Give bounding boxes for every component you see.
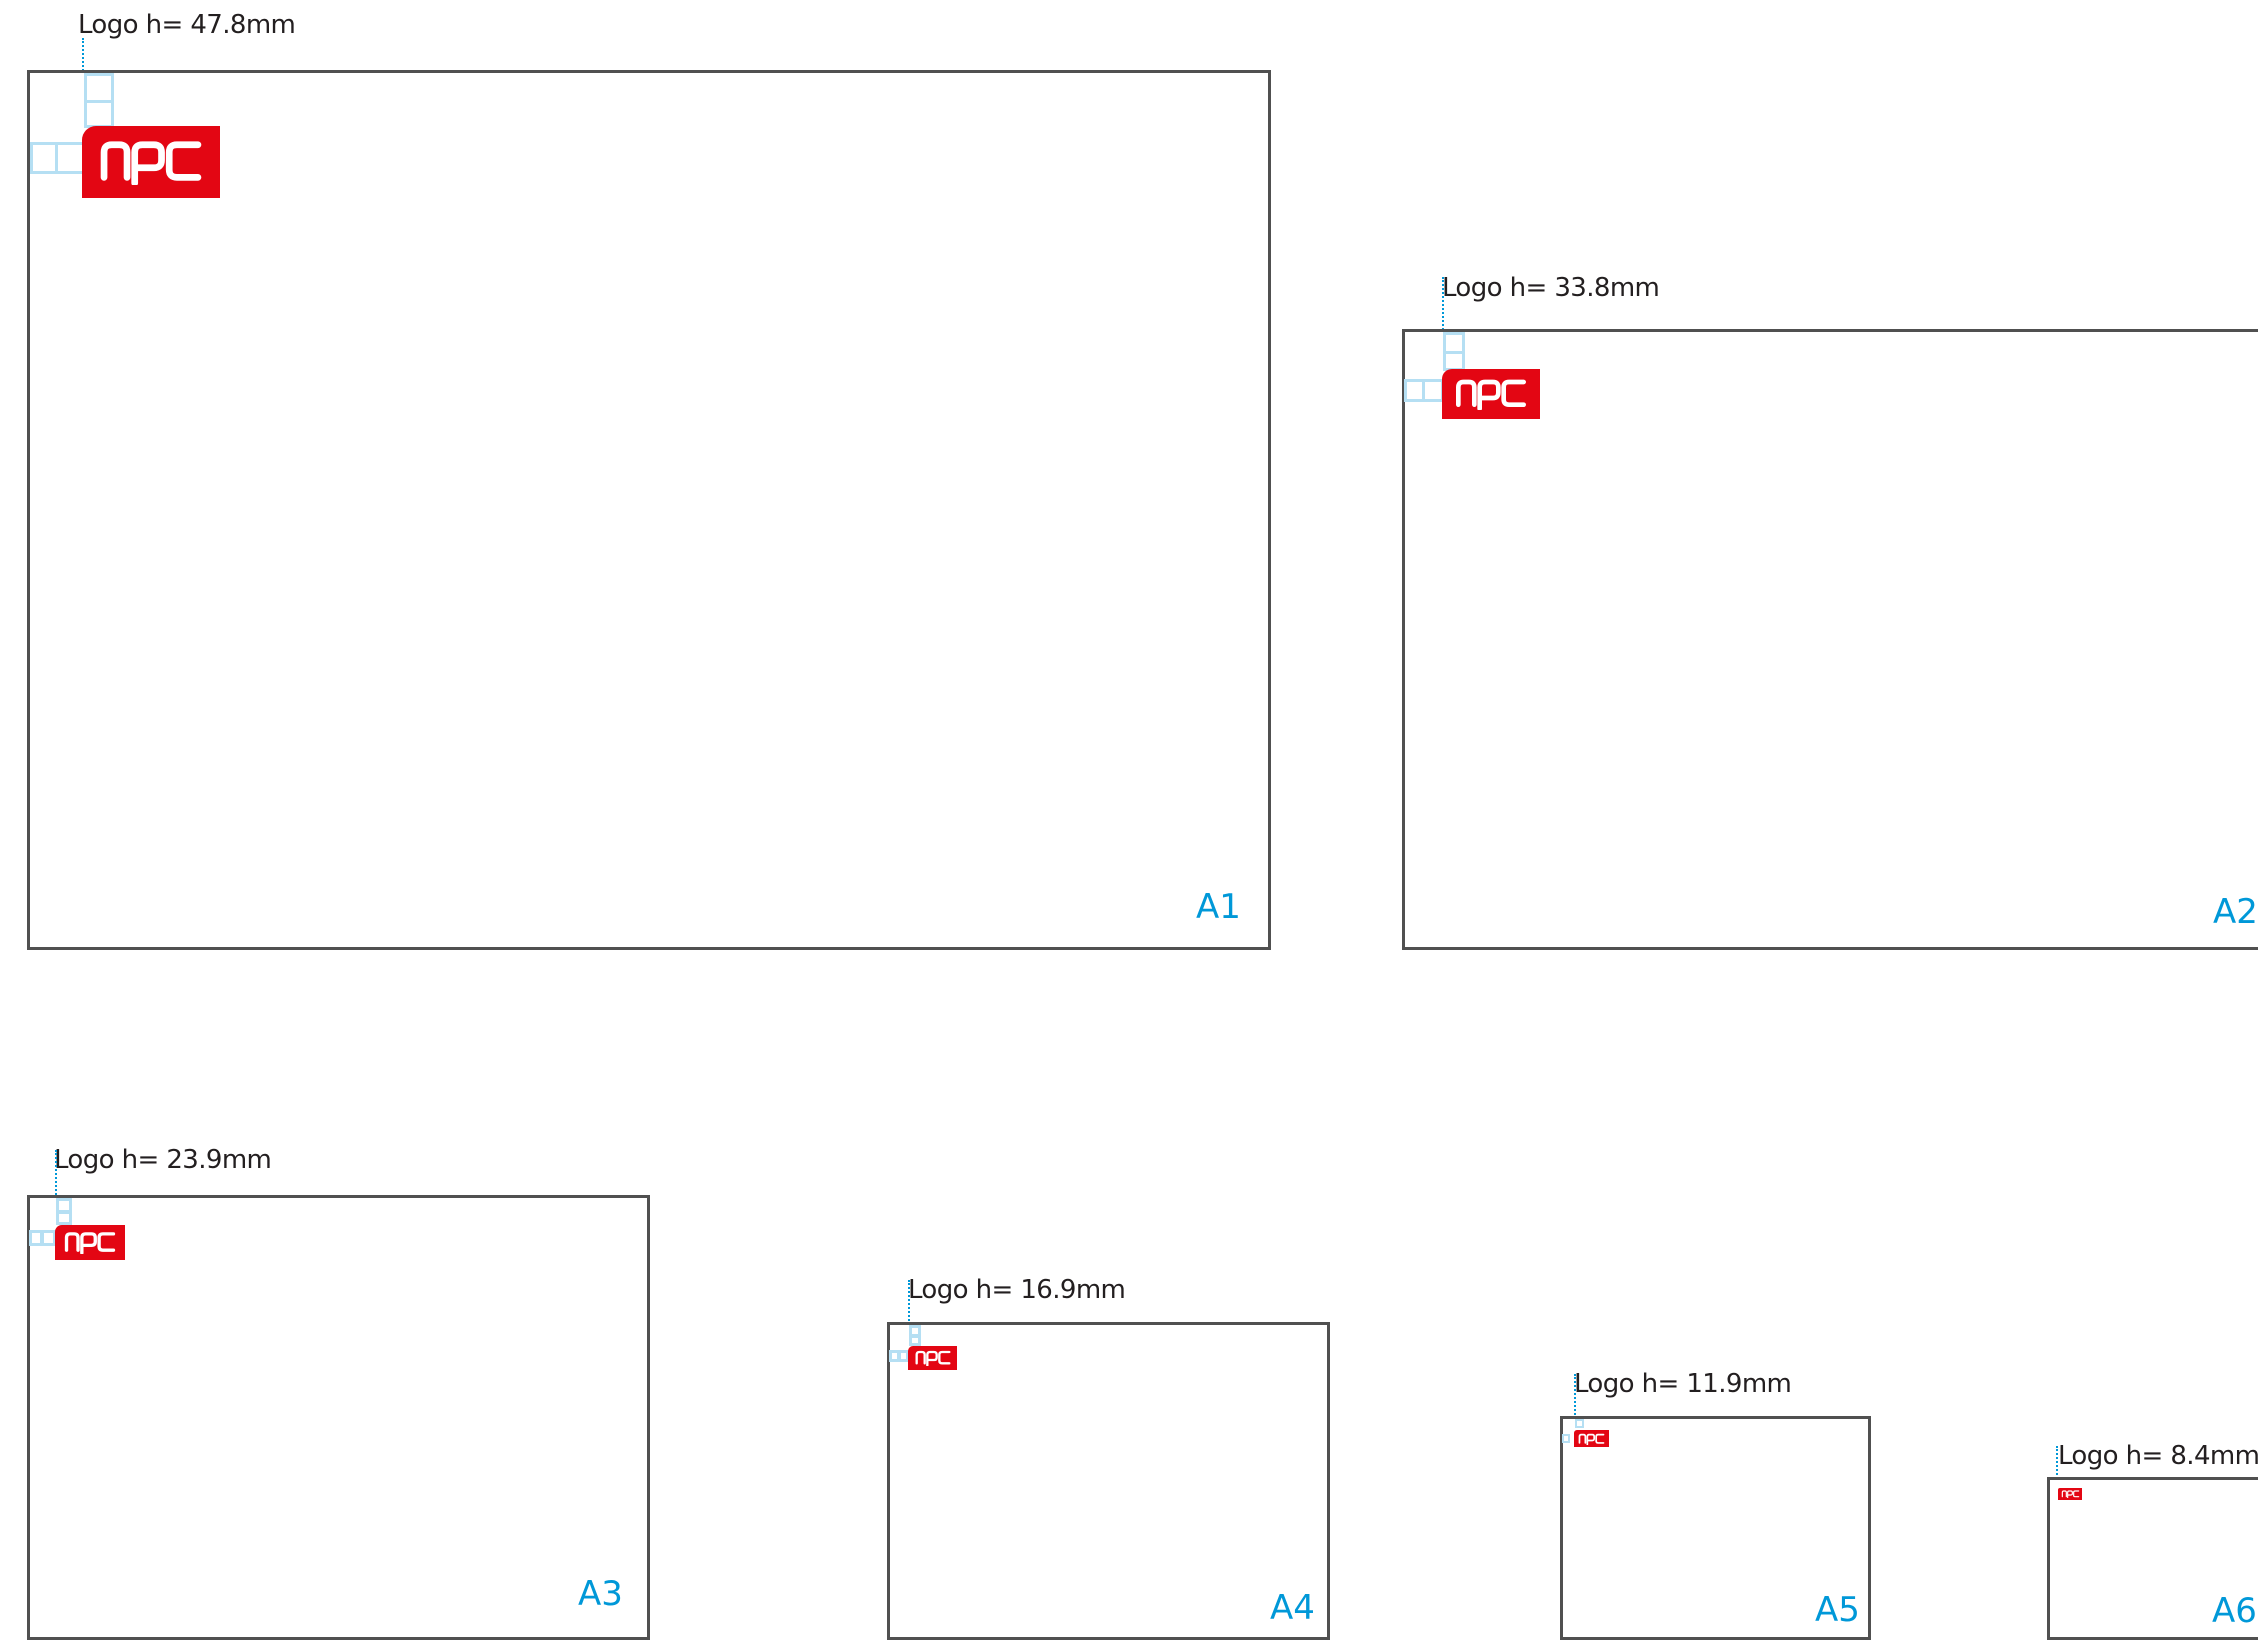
clearspace-guide	[41, 1230, 56, 1246]
page-frame-a2	[1402, 329, 2258, 950]
npc-logo	[1574, 1430, 1609, 1447]
clearspace-guide	[56, 1211, 72, 1225]
clearspace-guide	[1575, 1419, 1584, 1428]
page-frame-a3	[27, 1195, 650, 1640]
logo-height-label: Logo h= 33.8mm	[1442, 273, 1660, 303]
logo-height-label: Logo h= 8.4mm	[2058, 1441, 2258, 1471]
logo-height-label: Logo h= 47.8mm	[78, 10, 296, 40]
npc-logo	[55, 1225, 125, 1260]
npc-logo	[908, 1346, 957, 1370]
clearspace-guide	[84, 73, 114, 103]
paper-size-label: A4	[1270, 1588, 1315, 1628]
clearspace-guide	[1562, 1434, 1570, 1443]
clearspace-guide	[1422, 379, 1444, 402]
clearspace-guide	[30, 142, 58, 174]
paper-size-label: A2	[2213, 892, 2258, 932]
logo-height-label: Logo h= 11.9mm	[1574, 1369, 1792, 1399]
logo-height-label: Logo h= 16.9mm	[908, 1275, 1126, 1305]
paper-size-label: A5	[1815, 1590, 1860, 1630]
npc-logo	[82, 126, 220, 198]
clearspace-guide	[909, 1335, 921, 1346]
clearspace-guide	[84, 100, 114, 128]
logo-height-label: Logo h= 23.9mm	[54, 1145, 272, 1175]
paper-size-label: A3	[578, 1574, 623, 1614]
npc-logo	[2058, 1488, 2082, 1500]
npc-logo	[1442, 369, 1540, 419]
clearspace-guide	[55, 142, 85, 174]
paper-size-label: A1	[1196, 887, 1241, 927]
clearspace-guide	[1443, 351, 1465, 371]
page-frame-a1	[27, 70, 1271, 950]
paper-size-label: A6	[2212, 1591, 2257, 1631]
